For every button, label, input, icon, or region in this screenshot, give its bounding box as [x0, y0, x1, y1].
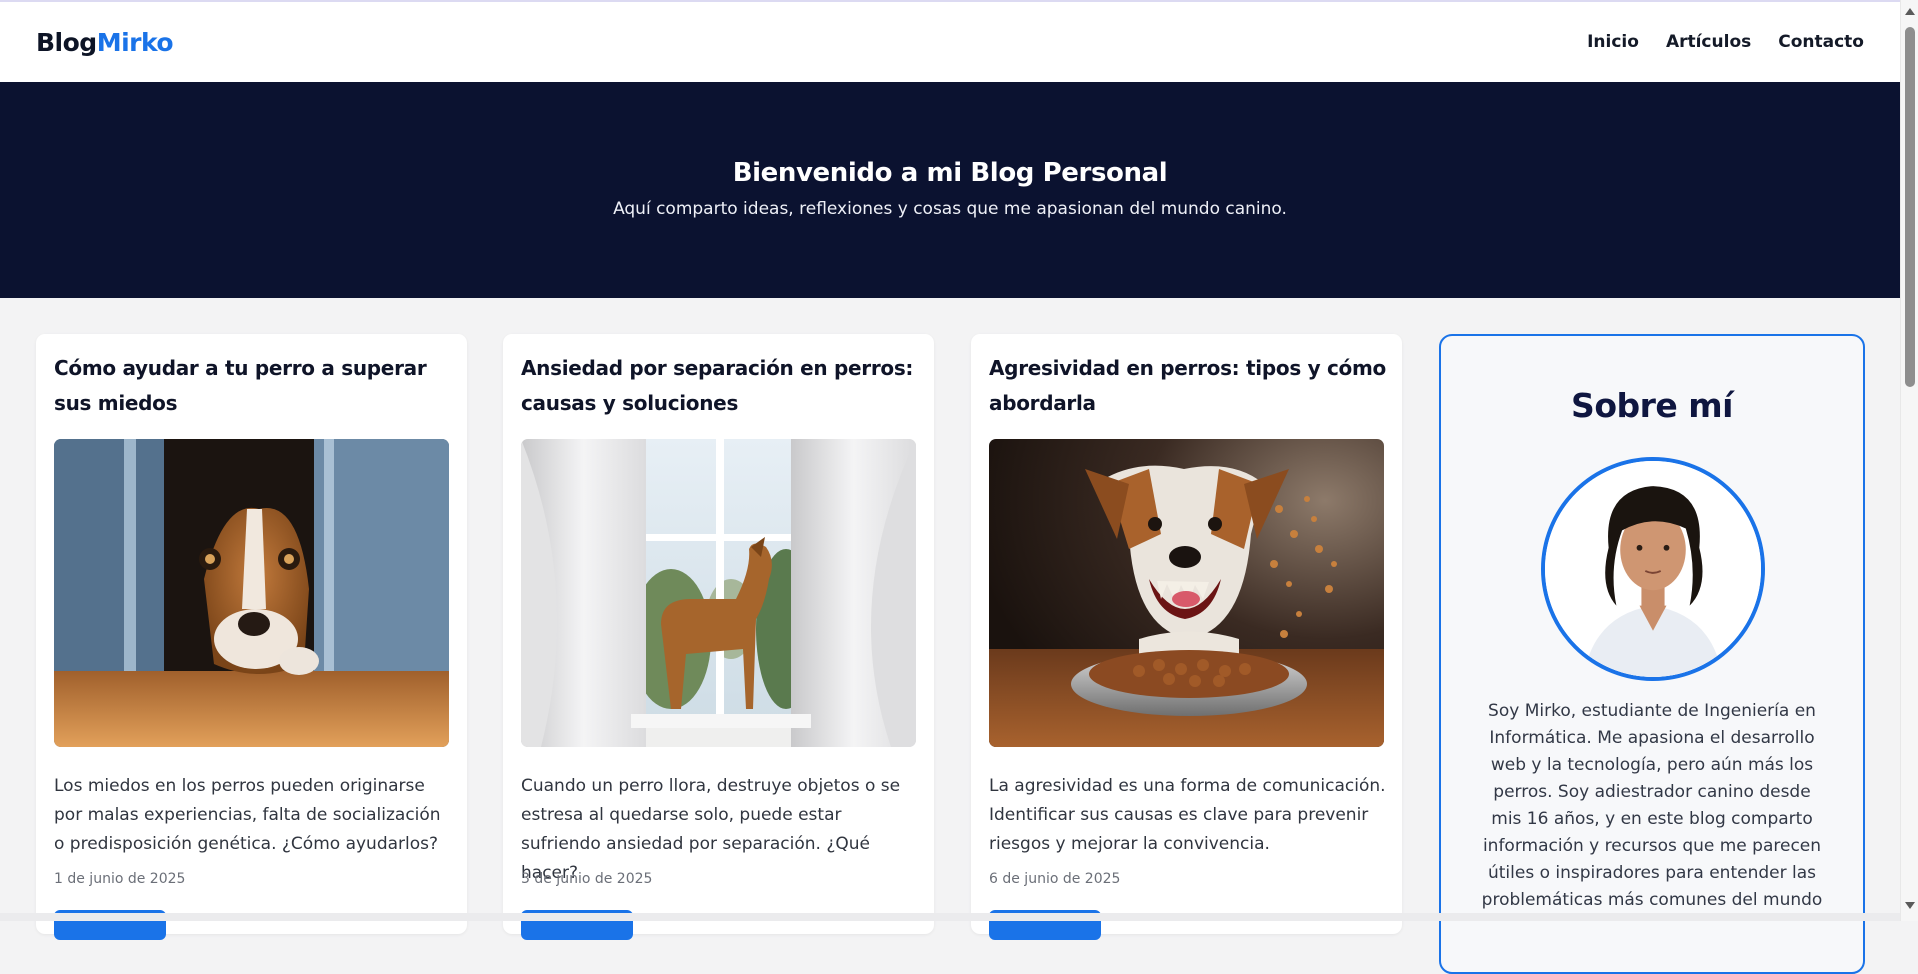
post-date: 1 de junio de 2025 — [54, 871, 186, 887]
post-date: 6 de junio de 2025 — [989, 871, 1121, 887]
aggressive-dog-food-bowl-image[interactable] — [989, 439, 1384, 747]
post-excerpt: La agresividad es una forma de comunicac… — [989, 776, 1386, 854]
post-date: 3 de junio de 2025 — [521, 871, 653, 887]
page-bottom-edge — [0, 913, 1900, 921]
hero-banner: Bienvenido a mi Blog Personal Aquí compa… — [0, 82, 1900, 298]
post-title[interactable]: Agresividad en perros: tipos y cómo abor… — [989, 351, 1389, 421]
nav-link-contacto[interactable]: Contacto — [1778, 32, 1864, 52]
logo-primary-text: Blog — [36, 27, 97, 57]
post-title[interactable]: Cómo ayudar a tu perro a superar sus mie… — [54, 351, 454, 421]
site-logo[interactable]: BlogMirko — [36, 27, 174, 57]
post-title[interactable]: Ansiedad por separación en perros: causa… — [521, 351, 921, 421]
post-card: Cómo ayudar a tu perro a superar sus mie… — [36, 334, 467, 940]
dog-at-window-image[interactable] — [521, 439, 916, 747]
about-title: Sobre mí — [1571, 386, 1733, 425]
scroll-up-icon[interactable] — [1905, 8, 1915, 15]
scroll-down-icon[interactable] — [1905, 902, 1915, 909]
about-bio: Soy Mirko, estudiante de Ingeniería en I… — [1481, 701, 1823, 910]
post-card: Agresividad en perros: tipos y cómo abor… — [971, 334, 1402, 940]
hero-title: Bienvenido a mi Blog Personal — [732, 158, 1168, 188]
post-card: Ansiedad por separación en perros: causa… — [503, 334, 934, 940]
post-excerpt: Los miedos en los perros pueden originar… — [54, 776, 441, 854]
main-nav: Inicio Artículos Contacto — [1587, 32, 1864, 52]
avatar — [1541, 457, 1765, 681]
scrollbar-thumb[interactable] — [1905, 27, 1915, 387]
hero-subtitle: Aquí comparto ideas, reflexiones y cosas… — [613, 199, 1287, 219]
about-me-panel: Sobre mí Soy Mirko, estudiante de Ingeni… — [1439, 334, 1865, 974]
vertical-scrollbar[interactable] — [1900, 0, 1918, 921]
nav-link-articulos[interactable]: Artículos — [1666, 32, 1751, 52]
nav-link-inicio[interactable]: Inicio — [1587, 32, 1639, 52]
scared-dog-behind-door-image[interactable] — [54, 439, 449, 747]
site-header: BlogMirko Inicio Artículos Contacto — [0, 0, 1900, 82]
logo-accent-text: Mirko — [96, 27, 174, 57]
